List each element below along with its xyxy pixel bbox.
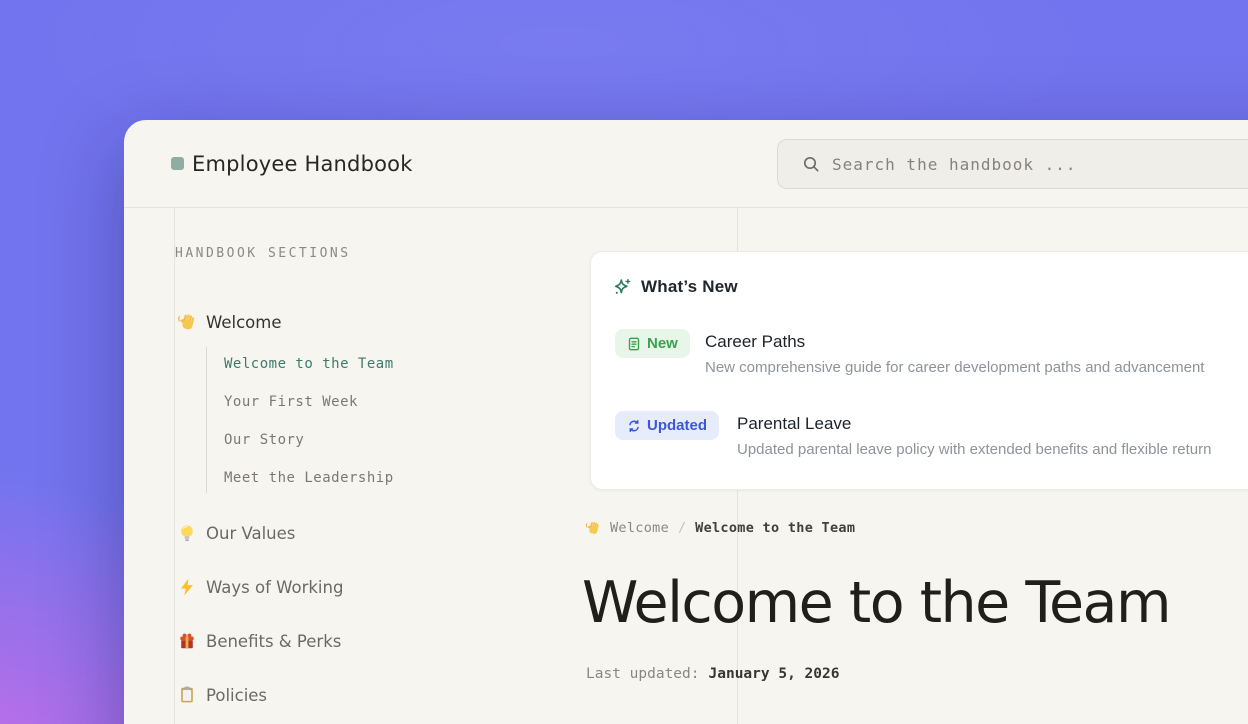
entry-text: Parental Leave Updated parental leave po…: [737, 414, 1211, 458]
page-title: Welcome to the Team: [582, 570, 1170, 636]
breadcrumb-current-page: Welcome to the Team: [695, 520, 855, 536]
entry-title[interactable]: Parental Leave: [737, 414, 1211, 434]
whats-new-card: What’s New New Career Paths New comprehe…: [590, 251, 1248, 490]
last-updated-label: Last updated:: [586, 666, 700, 682]
sparkles-icon: [612, 277, 632, 297]
zap-icon: [177, 577, 197, 597]
search-box[interactable]: [777, 139, 1248, 189]
updated-badge: Updated: [615, 411, 719, 440]
entry-description: Updated parental leave policy with exten…: [737, 441, 1211, 458]
sidebar-item-label: Benefits & Perks: [206, 632, 341, 651]
badge-label: Updated: [647, 417, 707, 434]
clipboard-icon: [177, 685, 197, 705]
sidebar-item-label: Our Values: [206, 524, 295, 543]
last-updated: Last updated: January 5, 2026: [586, 666, 839, 682]
subnav-item-our-story[interactable]: Our Story: [224, 432, 304, 448]
refresh-icon: [627, 419, 641, 433]
wave-icon: [585, 520, 601, 536]
desktop: { "app": { "title": "Employee Handbook",…: [0, 0, 1248, 724]
last-updated-value: January 5, 2026: [709, 666, 840, 682]
entry-text: Career Paths New comprehensive guide for…: [705, 332, 1204, 376]
sidebar-item-our-values[interactable]: Our Values: [177, 522, 295, 544]
sidebar-item-ways-of-working[interactable]: Ways of Working: [177, 576, 343, 598]
sidebar-section-label: HANDBOOK SECTIONS: [175, 246, 351, 261]
breadcrumb: Welcome / Welcome to the Team: [585, 520, 855, 536]
wave-icon: [177, 312, 197, 332]
sidebar-item-label: Policies: [206, 686, 267, 705]
sidebar-left-rule: [174, 208, 175, 724]
sidebar-item-welcome[interactable]: Welcome: [177, 311, 281, 333]
subnav-rule: [206, 347, 207, 493]
sidebar-item-label: Welcome: [206, 313, 281, 332]
sidebar-item-benefits-perks[interactable]: Benefits & Perks: [177, 630, 341, 652]
entry-description: New comprehensive guide for career devel…: [705, 359, 1204, 376]
subnav-item-welcome-to-the-team[interactable]: Welcome to the Team: [224, 356, 394, 372]
sidebar-item-label: Ways of Working: [206, 578, 343, 597]
lightbulb-icon: [177, 523, 197, 543]
app-title: Employee Handbook: [192, 152, 413, 176]
search-input[interactable]: [832, 155, 1248, 174]
brand-square-icon: [171, 157, 184, 170]
brand[interactable]: Employee Handbook: [171, 120, 413, 207]
breadcrumb-separator: /: [678, 520, 686, 536]
subnav-item-meet-the-leadership[interactable]: Meet the Leadership: [224, 470, 394, 486]
badge-label: New: [647, 335, 678, 352]
subnav-item-your-first-week[interactable]: Your First Week: [224, 394, 358, 410]
whats-new-header: What’s New: [612, 277, 738, 297]
new-badge: New: [615, 329, 690, 358]
app-header: Employee Handbook: [124, 120, 1248, 208]
sidebar-item-policies[interactable]: Policies: [177, 684, 267, 706]
breadcrumb-section[interactable]: Welcome: [610, 520, 669, 536]
whats-new-title: What’s New: [641, 277, 738, 297]
entry-title[interactable]: Career Paths: [705, 332, 1204, 352]
search-icon: [801, 154, 821, 174]
app-window: Employee Handbook HANDBOOK SECTIONS: [124, 120, 1248, 724]
gift-icon: [177, 631, 197, 651]
document-icon: [627, 337, 641, 351]
